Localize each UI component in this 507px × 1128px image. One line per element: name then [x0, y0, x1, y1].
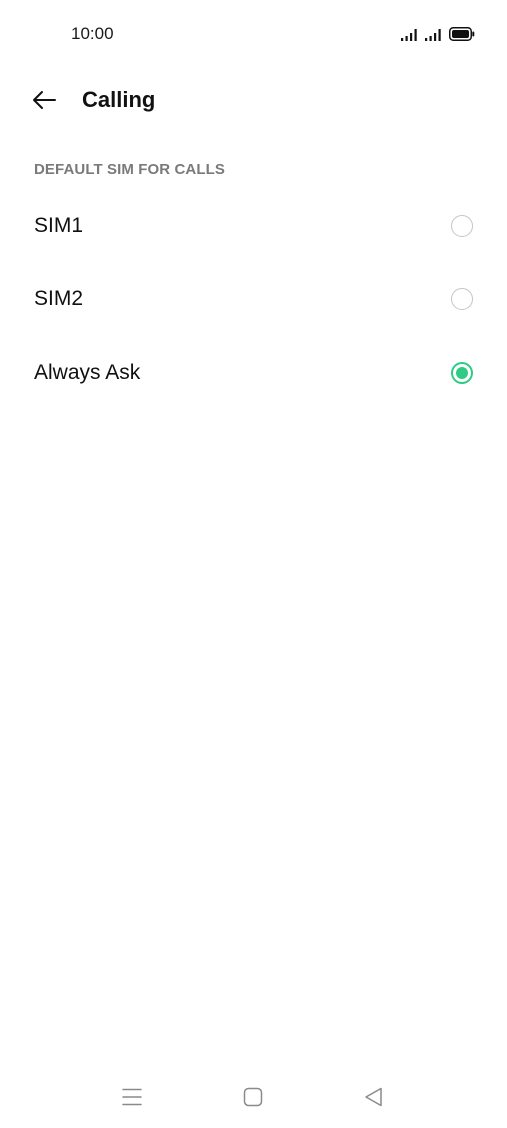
option-label: Always Ask: [34, 360, 141, 384]
option-label: SIM2: [34, 287, 84, 311]
sim-options-list: SIM1 SIM2 Always Ask: [0, 189, 507, 410]
radio-sim2[interactable]: [451, 288, 473, 311]
option-always-ask[interactable]: Always Ask: [0, 336, 507, 410]
arrow-left-icon: [33, 91, 56, 109]
radio-sim1[interactable]: [451, 214, 473, 237]
signal-1-icon: [401, 28, 417, 41]
option-sim1[interactable]: SIM1: [0, 189, 507, 263]
app-bar: Calling: [0, 70, 507, 130]
menu-icon: [122, 1088, 142, 1106]
nav-bar: [0, 1070, 507, 1128]
page-title: Calling: [82, 87, 156, 112]
option-label: SIM1: [34, 213, 84, 237]
home-button[interactable]: [238, 1084, 268, 1110]
section-header: DEFAULT SIM FOR CALLS: [34, 161, 225, 178]
menu-button[interactable]: [117, 1084, 147, 1110]
back-triangle-icon: [365, 1087, 382, 1107]
status-time: 10:00: [71, 24, 114, 43]
back-nav-button[interactable]: [359, 1084, 389, 1110]
status-bar: 10:00: [0, 0, 507, 66]
back-button[interactable]: [22, 78, 66, 122]
status-icons: [401, 24, 475, 44]
option-sim2[interactable]: SIM2: [0, 263, 507, 337]
battery-icon: [449, 27, 475, 41]
home-icon: [243, 1087, 263, 1107]
radio-always-ask[interactable]: [451, 361, 473, 384]
signal-2-icon: [425, 28, 441, 41]
